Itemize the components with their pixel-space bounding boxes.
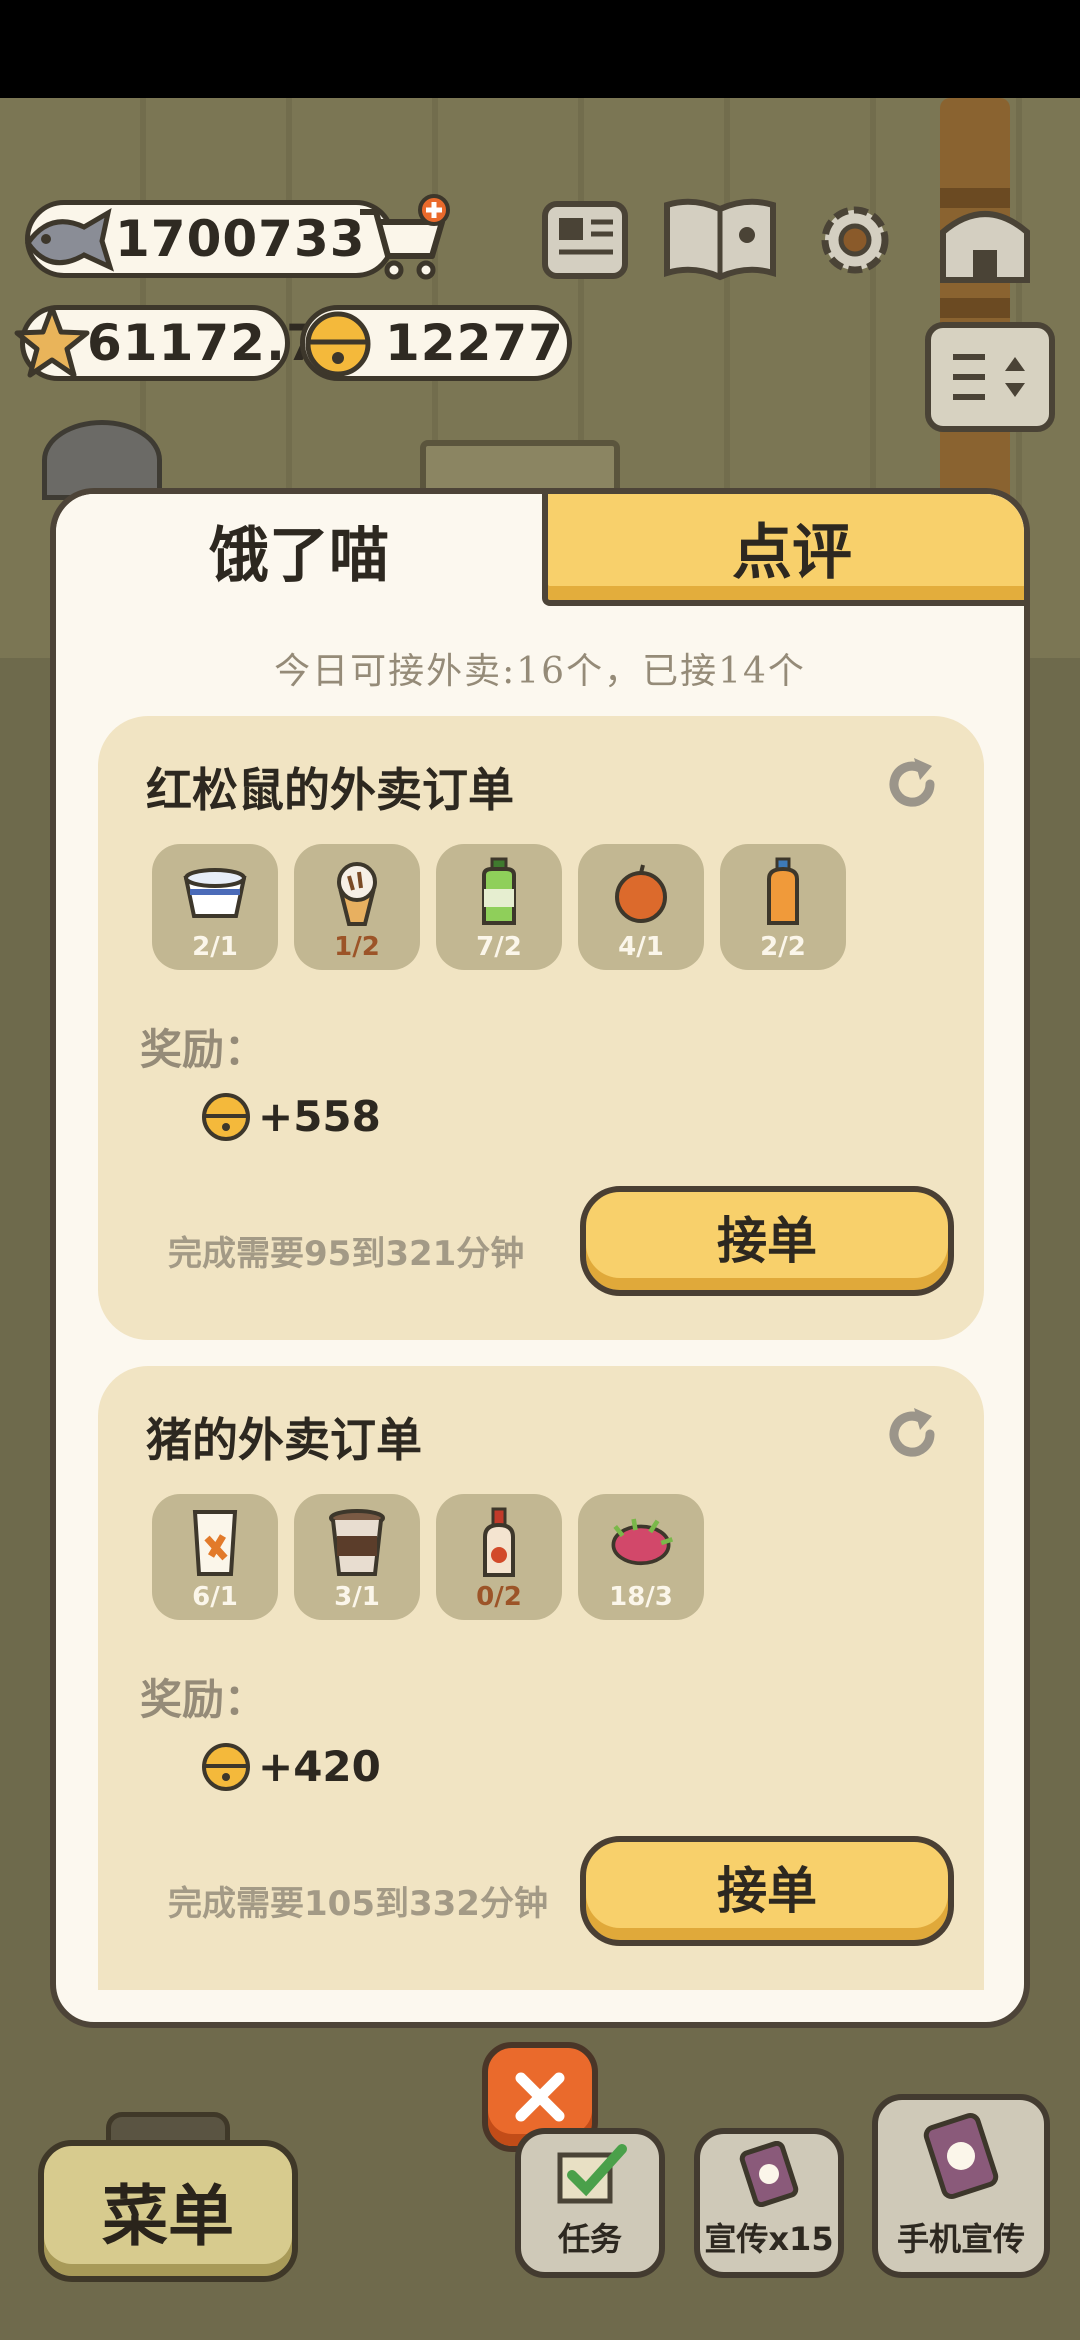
item-count: 18/3 [609, 1582, 673, 1612]
reward-row: +420 [198, 1738, 381, 1794]
flyer-icon [734, 2134, 804, 2214]
bell-icon [198, 1088, 254, 1144]
order-item: 7/2 [436, 844, 562, 970]
item-count: 1/2 [334, 932, 380, 962]
order-item: 2/1 [152, 844, 278, 970]
item-count: 6/1 [192, 1582, 238, 1612]
fish-icon [18, 195, 118, 285]
item-count: 3/1 [334, 1582, 380, 1612]
task-label: 任务 [557, 2220, 622, 2258]
promotion-label: 宣传x15 [704, 2220, 834, 2258]
order-item: 1/2 [294, 844, 420, 970]
item-count: 0/2 [476, 1582, 522, 1612]
order-items: 6/1 3/1 0/2 18/3 [152, 1494, 704, 1620]
juice-bottle-icon [748, 857, 818, 928]
dragon-fruit-icon [606, 1508, 676, 1578]
shop-house-button[interactable] [935, 190, 1035, 290]
task-button[interactable]: 任务 [515, 2128, 665, 2278]
order-item: 18/3 [578, 1494, 704, 1620]
fish-currency-value: 1700733 [115, 210, 366, 268]
side-panel-toggle-button[interactable] [925, 322, 1055, 432]
order-item: 2/2 [720, 844, 846, 970]
order-item: 6/1 [152, 1494, 278, 1620]
snack-bag-icon [180, 1508, 250, 1578]
order-item: 3/1 [294, 1494, 420, 1620]
completion-time-text: 完成需要95到321分钟 [168, 1234, 525, 1274]
sauce-bottle-icon [464, 1507, 534, 1578]
bell-currency-value: 12277 [385, 314, 564, 372]
order-title: 猪的外卖订单 [146, 1413, 422, 1467]
close-icon [515, 2072, 565, 2122]
bell-icon [198, 1738, 254, 1794]
apple-icon [606, 858, 676, 928]
tab-ele-miao[interactable]: 饿了喵 [56, 494, 542, 606]
phone-promotion-button[interactable]: 手机宣传 [872, 2094, 1050, 2278]
bell-icon [298, 302, 378, 382]
reward-label: 奖励： [140, 1675, 267, 1724]
promotion-button[interactable]: 宣传x15 [694, 2128, 844, 2278]
accept-order-button[interactable]: 接单 [580, 1186, 954, 1296]
tab-review[interactable]: 点评 [542, 494, 1024, 606]
coffee-cup-icon [322, 1508, 392, 1578]
newspaper-button[interactable] [535, 190, 635, 290]
reward-value: +558 [258, 1091, 381, 1141]
reward-value: +420 [258, 1741, 381, 1791]
reward-row: +558 [198, 1088, 381, 1144]
checkmark-icon [550, 2134, 630, 2214]
refresh-icon[interactable] [880, 752, 944, 816]
gear-icon[interactable] [805, 190, 905, 290]
order-item: 0/2 [436, 1494, 562, 1620]
completion-time-text: 完成需要105到332分钟 [168, 1884, 548, 1924]
phone-flyer-icon [916, 2100, 1006, 2214]
recipe-book-button[interactable] [660, 190, 780, 290]
bowl-icon [180, 858, 250, 928]
add-currency-cart-button[interactable] [352, 193, 456, 285]
delivery-orders-panel: 饿了喵 点评 今日可接外卖:16个，已接14个 红松鼠的外卖订单 2/1 1/2 [50, 488, 1030, 2028]
item-count: 2/2 [760, 932, 806, 962]
order-card: 猪的外卖订单 6/1 3/1 0/2 18/3 奖励： +420 完成需要105… [98, 1366, 984, 1990]
star-icon [10, 300, 94, 384]
order-card: 红松鼠的外卖订单 2/1 1/2 7/2 4/1 2/2 奖励： +558 完成… [98, 716, 984, 1340]
refresh-icon[interactable] [880, 1402, 944, 1466]
ice-cream-icon [322, 858, 392, 928]
accept-order-button[interactable]: 接单 [580, 1836, 954, 1946]
order-items: 2/1 1/2 7/2 4/1 2/2 [152, 844, 846, 970]
item-count: 2/1 [192, 932, 238, 962]
star-currency-value: 61172.7 [87, 314, 322, 372]
order-title: 红松鼠的外卖订单 [146, 763, 514, 817]
status-bar [0, 0, 1080, 98]
daily-quota-text: 今日可接外卖:16个，已接14个 [274, 651, 806, 692]
green-bottle-icon [464, 857, 534, 928]
item-count: 7/2 [476, 932, 522, 962]
menu-button[interactable]: 菜单 [38, 2140, 298, 2282]
phone-promotion-label: 手机宣传 [896, 2220, 1025, 2258]
item-count: 4/1 [618, 932, 664, 962]
reward-label: 奖励： [140, 1025, 267, 1074]
order-item: 4/1 [578, 844, 704, 970]
